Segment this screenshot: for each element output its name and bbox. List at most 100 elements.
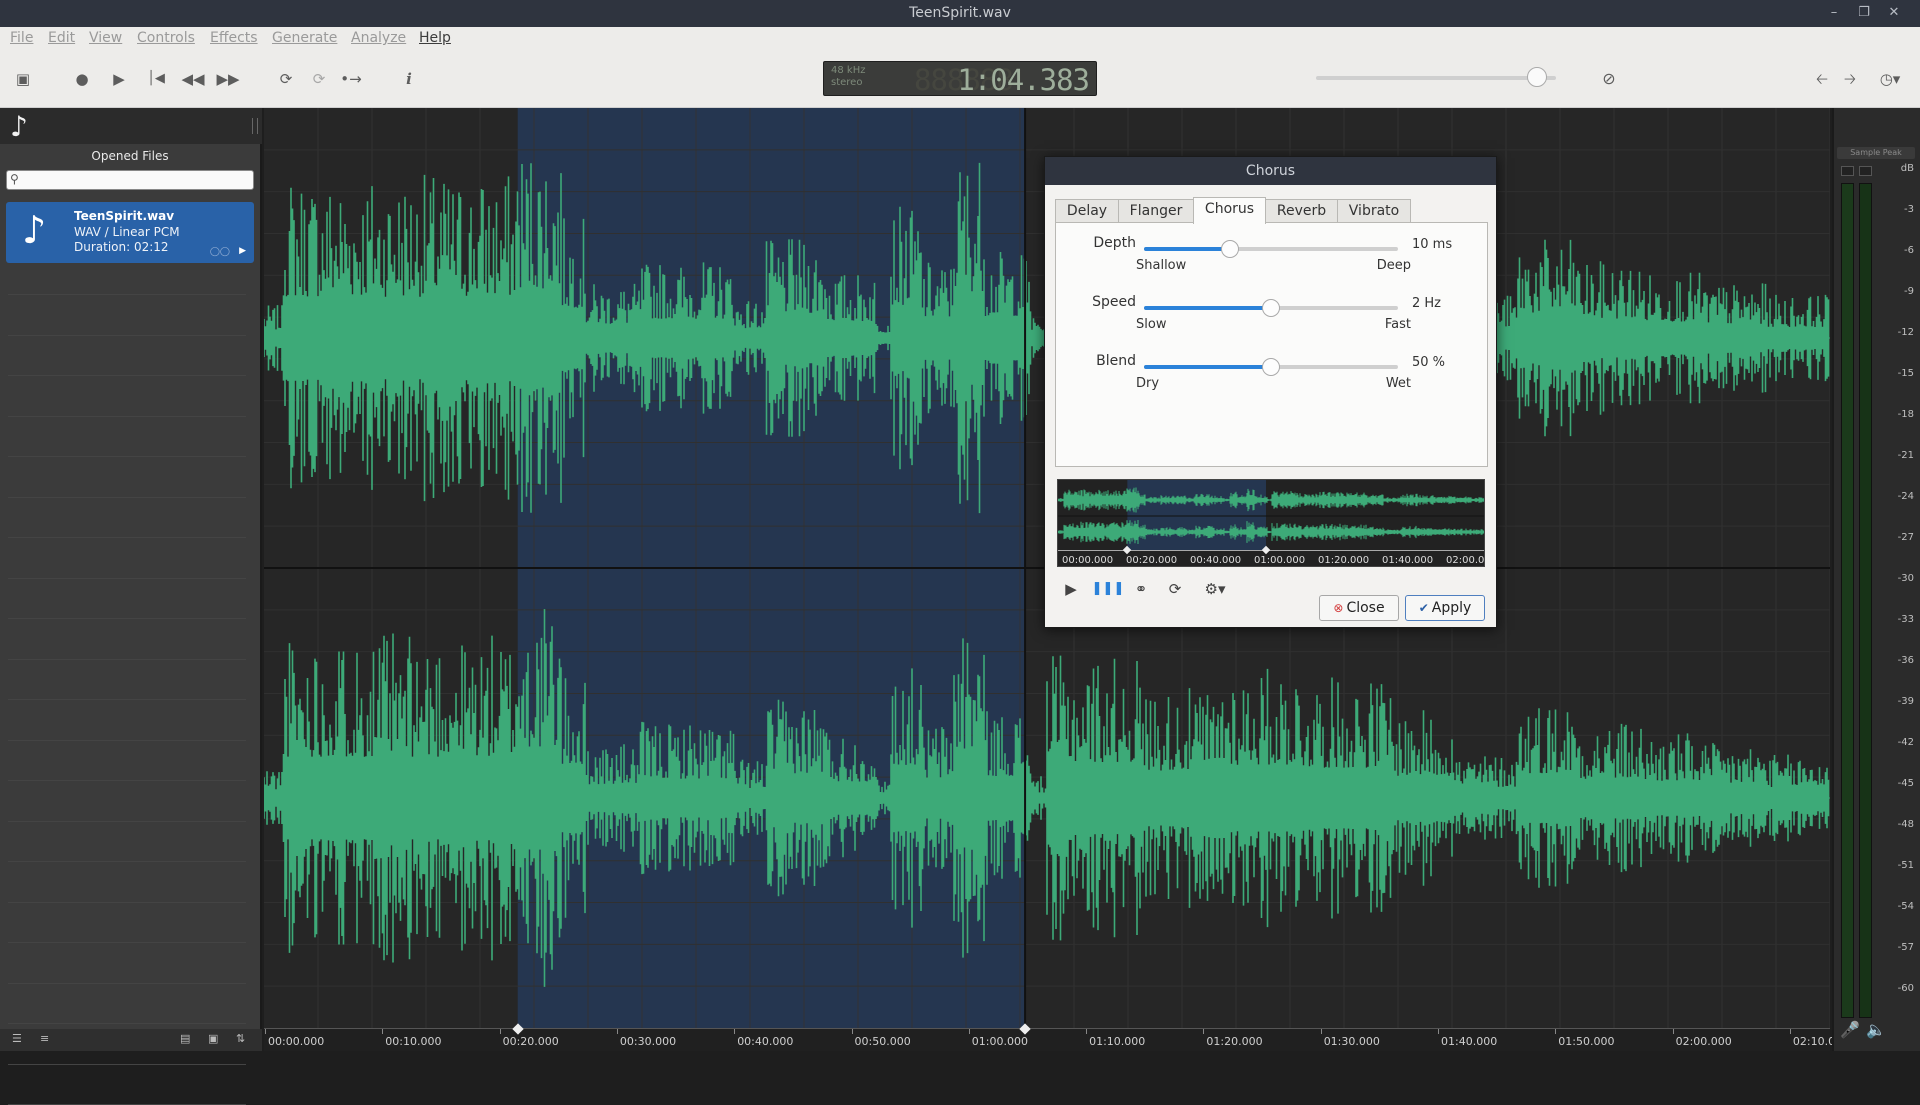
volume-slider[interactable] [1316,76,1556,80]
list-separator [8,375,246,376]
image-icon[interactable]: ▣ [208,1032,218,1045]
depth-slider-fill [1144,247,1231,251]
tab-vibrato[interactable]: Vibrato [1337,199,1411,223]
menu-edit[interactable]: Edit [48,30,75,46]
file-search-input[interactable]: ⚲ [6,170,254,190]
skip-start-icon[interactable]: │◀ [142,65,170,93]
waveform-mode-icon[interactable]: ❚❚❚ [1091,577,1125,601]
minimize-icon[interactable]: – [1824,3,1844,23]
compact-view-icon[interactable]: ≡ [40,1032,49,1045]
time-tick-label: 00:50.000 [854,1035,911,1048]
file-music-icon: ♪ [22,208,47,252]
time-tick-label: 00:20.000 [502,1035,559,1048]
record-icon[interactable]: ● [68,65,96,93]
play-icon[interactable]: ▶ [105,65,133,93]
sample-rate-label: 48 kHz [831,65,866,76]
db-tick-label: -18 [1897,409,1914,420]
depth-slider-knob[interactable] [1221,240,1240,258]
list-separator [8,294,246,295]
db-tick-label: -9 [1904,286,1914,297]
apply-button-label: Apply [1431,600,1472,616]
list-separator [8,861,246,862]
menu-help[interactable]: Help [419,30,451,46]
sort-icon[interactable]: ⇅ [236,1032,245,1045]
follow-cursor-icon[interactable]: •→ [337,65,365,93]
tab-chorus[interactable]: Chorus [1193,197,1266,224]
sample-peak-label[interactable]: Sample Peak [1837,147,1915,159]
preview-tick-label: 00:40.000 [1190,555,1242,566]
speed-slider-fill [1144,306,1271,310]
search-icon: ⚲ [10,172,19,186]
volume-knob[interactable] [1526,67,1547,87]
history-icon[interactable]: ◷▾ [1870,65,1910,93]
settings-gear-icon[interactable]: ⚙▾ [1195,577,1235,601]
list-separator [8,780,246,781]
sidebar-footer: ☰ ≡ ▤ ▣ ⇅ [0,1029,262,1051]
tab-reverb[interactable]: Reverb [1265,199,1338,223]
blend-value: 50 % [1412,355,1446,370]
db-tick-label: -6 [1904,245,1914,256]
maximize-icon[interactable]: ❐ [1854,3,1874,23]
headphones-icon[interactable]: ⚭ [1127,577,1155,601]
db-tick-label: -24 [1897,491,1914,502]
speaker-icon[interactable]: 🔈 [1866,1020,1886,1039]
list-separator [8,1023,246,1024]
list-view-icon[interactable]: ☰ [12,1032,22,1045]
tab-delay[interactable]: Delay [1055,199,1119,223]
depth-value: 10 ms [1412,237,1453,252]
muted-speaker-icon[interactable]: ⊘ [1595,65,1623,93]
file-list-item[interactable]: ♪ TeenSpirit.wav WAV / Linear PCM Durati… [6,202,254,263]
meter-bar-left [1841,183,1854,1018]
list-separator [8,496,246,498]
preview-tick-label: 01:00.000 [1254,555,1306,566]
apply-button[interactable]: ✔ Apply [1405,595,1485,621]
db-tick-label: -3 [1904,204,1914,215]
time-tick-label: 00:00.000 [268,1035,325,1048]
toolbar: ▣ ● ▶ │◀ ◀◀ ▶▶ ⟳ ⟳ •→ i 48 kHz stereo 88… [0,51,1920,108]
time-tick-label: 00:40.000 [737,1035,794,1048]
timeline-ruler[interactable]: 00:00.000 00:10.000 00:20.000 00:30.000 00:4… [264,1023,1835,1051]
blend-slider-knob[interactable] [1262,358,1280,376]
list-separator [8,942,246,943]
arrow-right-icon[interactable]: 🡢 [1836,65,1864,93]
rewind-icon[interactable]: ◀◀ [179,65,207,93]
dialog-title: Chorus [1045,157,1496,185]
preview-play-icon[interactable]: ▶ [1057,577,1085,601]
menu-view[interactable]: View [89,30,122,46]
close-button-label: Close [1346,600,1385,616]
close-window-icon[interactable]: ✕ [1884,3,1904,23]
sidebar-toggle-icon[interactable]: ▣ [9,65,37,93]
menu-analyze[interactable]: Analyze [351,30,406,46]
menu-generate[interactable]: Generate [272,30,337,46]
menu-controls[interactable]: Controls [137,30,195,46]
collapse-icon[interactable]: ▤ [180,1032,190,1045]
preview-waveform[interactable]: 00:00.000 00:20.000 00:40.000 01:00.000 01:2… [1057,479,1485,567]
preview-tick-label: 00:00.000 [1062,555,1114,566]
list-separator [8,739,246,741]
chorus-dialog: Chorus Delay Flanger Chorus Reverb Vibra… [1044,156,1497,628]
fast-forward-icon[interactable]: ▶▶ [214,65,242,93]
db-unit-label: dB [1900,163,1914,174]
db-tick-label: -51 [1897,860,1914,871]
blend-low-label: Dry [1136,376,1160,391]
play-file-icon[interactable]: ▶ [239,246,246,256]
tab-flanger[interactable]: Flanger [1118,199,1194,223]
microphone-icon[interactable]: 🎤 [1840,1020,1860,1039]
list-separator [8,456,246,457]
close-button[interactable]: ⊗ Close [1319,595,1399,621]
loop-icon[interactable]: ⟳ [272,65,300,93]
preview-tick-label: 00:20.000 [1126,555,1178,566]
preview-tick-label: 02:00.000 [1446,555,1485,566]
db-tick-label: -48 [1897,819,1914,830]
menu-effects[interactable]: Effects [210,30,258,46]
repeat-icon[interactable]: ⟳ [305,65,333,93]
speed-slider-knob[interactable] [1262,299,1280,317]
preview-loop-icon[interactable]: ⟳ [1161,577,1189,601]
menu-file[interactable]: File [10,30,33,46]
sidebar-grip[interactable] [252,118,258,134]
db-tick-label: -57 [1897,942,1914,953]
arrow-left-icon[interactable]: 🡠 [1808,65,1836,93]
info-icon[interactable]: i [395,65,423,93]
db-tick-label: -21 [1897,450,1914,461]
db-tick-label: -27 [1897,532,1914,543]
